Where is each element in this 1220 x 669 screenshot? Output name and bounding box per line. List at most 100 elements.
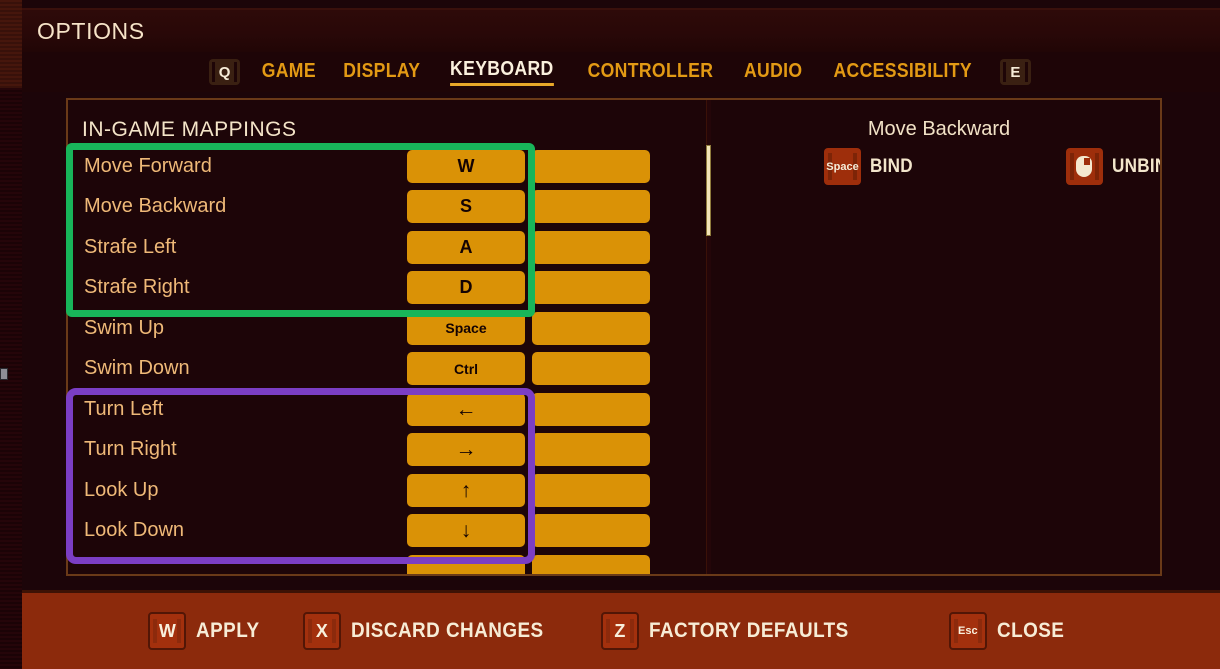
keycap-bracket-left-icon bbox=[153, 619, 157, 643]
secondary-binding-button[interactable] bbox=[532, 474, 650, 507]
next-tab-key-label: E bbox=[1010, 64, 1020, 81]
mapping-label: Move Backward bbox=[68, 195, 407, 218]
shortcut-key-label: Esc bbox=[958, 625, 978, 637]
mapping-row[interactable]: Strafe RightD bbox=[68, 268, 658, 309]
mapping-label: Move Forward bbox=[68, 155, 407, 178]
secondary-binding-button[interactable] bbox=[532, 514, 650, 547]
bottom-action-discard-changes[interactable]: X DISCARD CHANGES bbox=[303, 612, 565, 650]
mapping-label: Turn Left bbox=[68, 398, 407, 421]
mapping-label: Look Down bbox=[68, 519, 407, 542]
prev-tab-key[interactable]: Q bbox=[209, 59, 240, 85]
bottom-action-label: FACTORY DEFAULTS bbox=[649, 619, 849, 643]
bind-label: BIND bbox=[870, 156, 913, 178]
secondary-binding-button[interactable] bbox=[532, 150, 650, 183]
tab-list: Q GAME DISPLAY KEYBOARD CONTROLLER AUDIO ACCE… bbox=[209, 58, 1031, 86]
secondary-binding-button[interactable] bbox=[532, 190, 650, 223]
mappings-scrollbar-thumb[interactable] bbox=[706, 145, 711, 236]
secondary-binding-button[interactable] bbox=[532, 231, 650, 264]
binding-detail-pane: Move Backward Space BIND bbox=[716, 100, 1162, 576]
title-bar: OPTIONS bbox=[22, 8, 1220, 52]
bottom-action-label: DISCARD CHANGES bbox=[351, 619, 544, 643]
mapping-label: Strafe Right bbox=[68, 276, 407, 299]
bottom-action-factory-defaults[interactable]: Z FACTORY DEFAULTS bbox=[601, 612, 871, 650]
tab-controller[interactable]: CONTROLLER bbox=[588, 60, 714, 85]
next-tab-key[interactable]: E bbox=[1000, 59, 1031, 85]
shortcut-key-label: X bbox=[316, 621, 328, 642]
bottom-action-bar: W APPLY X DISCARD CHANGES Z FACTORY DEFAULTS E… bbox=[0, 590, 1220, 669]
bottom-action-close[interactable]: EscCLOSE bbox=[949, 612, 1072, 650]
tab-game[interactable]: GAME bbox=[262, 60, 316, 85]
keycap-bracket-left-icon bbox=[308, 619, 312, 643]
primary-binding-button[interactable]: A bbox=[407, 231, 525, 264]
shortcut-key-label: W bbox=[159, 621, 176, 642]
mapping-row[interactable]: Swim DownCtrl bbox=[68, 349, 658, 390]
secondary-binding-button[interactable] bbox=[532, 555, 650, 576]
primary-binding-button[interactable]: S bbox=[407, 190, 525, 223]
keycap-bracket-right-icon bbox=[1095, 153, 1099, 180]
primary-binding-button[interactable]: W bbox=[407, 150, 525, 183]
keycap-bracket-right-icon bbox=[978, 619, 982, 643]
mapping-label: Turn Right bbox=[68, 438, 407, 461]
mapping-row[interactable]: Turn Left← bbox=[68, 389, 658, 430]
bind-action[interactable]: Space BIND bbox=[824, 148, 918, 185]
left-edge-handle[interactable] bbox=[0, 368, 8, 380]
bottom-action-label: APPLY bbox=[196, 619, 260, 643]
mapping-label: Swim Down bbox=[68, 357, 407, 380]
secondary-binding-button[interactable] bbox=[532, 433, 650, 466]
secondary-binding-button[interactable] bbox=[532, 393, 650, 426]
options-screen: OPTIONS Q GAME DISPLAY KEYBOARD CONTROLLER A… bbox=[0, 0, 1220, 669]
mapping-row[interactable] bbox=[68, 551, 658, 576]
mapping-row[interactable]: Strafe LeftA bbox=[68, 227, 658, 268]
mapping-row[interactable]: Move ForwardW bbox=[68, 146, 658, 187]
mapping-label: Swim Up bbox=[68, 317, 407, 340]
page-title: OPTIONS bbox=[37, 18, 145, 45]
tab-keyboard[interactable]: KEYBOARD bbox=[450, 58, 554, 86]
primary-binding-button[interactable]: → bbox=[407, 433, 525, 466]
left-edge-strip bbox=[0, 0, 22, 669]
tab-audio[interactable]: AUDIO bbox=[744, 60, 802, 85]
primary-binding-button[interactable]: ↑ bbox=[407, 474, 525, 507]
secondary-binding-button[interactable] bbox=[532, 271, 650, 304]
keycap-bracket-left-icon bbox=[1070, 153, 1074, 180]
detail-title: Move Backward bbox=[716, 118, 1162, 141]
shortcut-key-cap[interactable]: Z bbox=[601, 612, 639, 650]
keycap-bracket-right-icon bbox=[630, 619, 634, 643]
mapping-label: Look Up bbox=[68, 479, 407, 502]
mouse-icon bbox=[1076, 156, 1092, 177]
primary-binding-button[interactable]: Space bbox=[407, 312, 525, 345]
unbind-label: UNBIND bbox=[1112, 156, 1162, 178]
keycap-bracket-left-icon bbox=[606, 619, 610, 643]
mapping-label: Strafe Left bbox=[68, 236, 407, 259]
tab-accessibility[interactable]: ACCESSIBILITY bbox=[834, 60, 973, 85]
secondary-binding-button[interactable] bbox=[532, 312, 650, 345]
mapping-row[interactable]: Swim UpSpace bbox=[68, 308, 658, 349]
unbind-action[interactable]: UNBIND bbox=[1066, 148, 1162, 185]
secondary-binding-button[interactable] bbox=[532, 352, 650, 385]
shortcut-key-label: Z bbox=[614, 621, 625, 642]
unbind-key-cap[interactable] bbox=[1066, 148, 1103, 185]
section-title: IN-GAME MAPPINGS bbox=[82, 118, 297, 142]
mapping-row[interactable]: Turn Right→ bbox=[68, 430, 658, 471]
primary-binding-button[interactable]: D bbox=[407, 271, 525, 304]
options-content-panel: IN-GAME MAPPINGS Move ForwardWMove Backw… bbox=[66, 98, 1162, 576]
bottom-action-list: W APPLY X DISCARD CHANGES Z FACTORY DEFAULTS E… bbox=[148, 612, 1071, 650]
primary-binding-button[interactable]: ← bbox=[407, 393, 525, 426]
keyboard-mappings-list[interactable]: Move ForwardWMove BackwardSStrafe LeftAS… bbox=[68, 146, 658, 576]
mouse-right-button-icon bbox=[1084, 158, 1090, 165]
shortcut-key-cap[interactable]: Esc bbox=[949, 612, 987, 650]
mapping-row[interactable]: Look Down↓ bbox=[68, 511, 658, 552]
tab-display[interactable]: DISPLAY bbox=[343, 60, 420, 85]
bottom-action-apply[interactable]: W APPLY bbox=[148, 612, 267, 650]
mapping-row[interactable]: Look Up↑ bbox=[68, 470, 658, 511]
keycap-bracket-right-icon bbox=[177, 619, 181, 643]
mapping-row[interactable]: Move BackwardS bbox=[68, 187, 658, 228]
shortcut-key-cap[interactable]: W bbox=[148, 612, 186, 650]
primary-binding-button[interactable]: ↓ bbox=[407, 514, 525, 547]
bind-key-cap[interactable]: Space bbox=[824, 148, 861, 185]
primary-binding-button[interactable] bbox=[407, 555, 525, 576]
primary-binding-button[interactable]: Ctrl bbox=[407, 352, 525, 385]
tab-bar: Q GAME DISPLAY KEYBOARD CONTROLLER AUDIO ACCE… bbox=[22, 52, 1220, 92]
shortcut-key-cap[interactable]: X bbox=[303, 612, 341, 650]
left-edge-strip-top bbox=[0, 0, 22, 88]
keycap-bracket-right-icon bbox=[332, 619, 336, 643]
